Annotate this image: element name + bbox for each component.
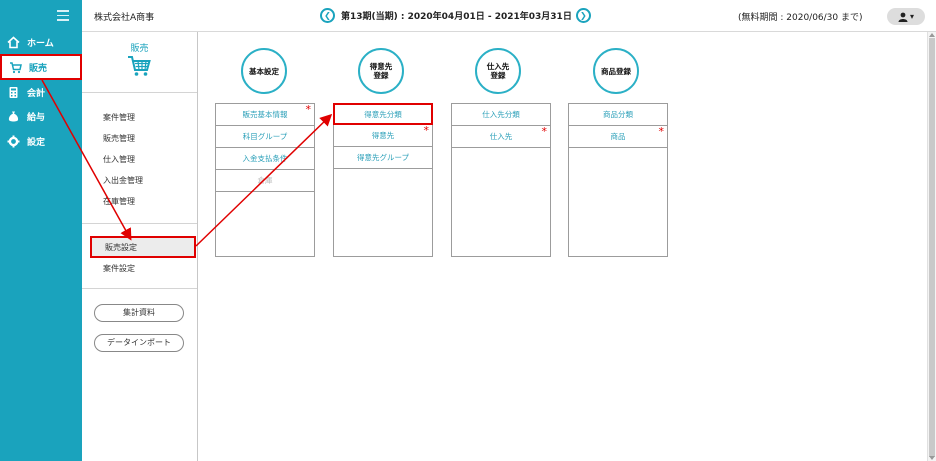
supplier-registration-heading: 仕入先 登録	[475, 48, 521, 94]
cart-icon	[127, 55, 151, 80]
nav-item-sales[interactable]: 販売	[0, 54, 82, 80]
divider	[82, 288, 197, 289]
list-item[interactable]: 商品分類	[569, 104, 667, 126]
top-bar: 株式会社A商事 ❮ 第13期(当期) : 2020年04月01日 - 2021年…	[82, 0, 936, 32]
nav-label: 会計	[27, 88, 46, 99]
customer-registration-panel: 得意先分類 得意先 * 得意先グループ	[333, 103, 433, 257]
summary-report-button[interactable]: 集計資料	[94, 304, 184, 322]
row-label: 仕入先	[489, 132, 513, 141]
list-item[interactable]: 得意先 *	[334, 124, 432, 147]
supplier-registration-panel: 仕入先分類 仕入先 *	[451, 103, 551, 257]
submenu-item-purchase-management[interactable]: 仕入管理	[103, 154, 135, 165]
nav-label: 設定	[27, 137, 46, 148]
user-icon	[898, 12, 908, 22]
list-item[interactable]: 仕入先 *	[452, 125, 550, 148]
scroll-thumb[interactable]	[929, 38, 935, 457]
list-item[interactable]: 仕入先分類	[452, 104, 550, 126]
divider	[82, 223, 197, 224]
nav-item-payroll[interactable]: 給与	[0, 104, 82, 128]
submenu-item-sales-management[interactable]: 販売管理	[103, 133, 135, 144]
required-mark: *	[658, 125, 665, 138]
submenu-title: 販売	[130, 44, 149, 54]
scroll-up-icon[interactable]	[929, 33, 935, 37]
product-registration-panel: 商品分類 商品 *	[568, 103, 668, 257]
product-registration-heading: 商品登録	[593, 48, 639, 94]
required-mark: *	[423, 124, 430, 137]
list-item[interactable]: 得意先分類	[333, 103, 433, 125]
row-label: 販売基本情報	[242, 110, 288, 119]
row-label: 科目グループ	[242, 132, 288, 141]
home-icon	[6, 35, 20, 49]
row-label: 商品	[610, 132, 626, 141]
basic-settings-heading: 基本設定	[241, 48, 287, 94]
basic-settings-panel: 販売基本情報 * 科目グループ 入金支払条件 倉庫	[215, 103, 315, 257]
list-item[interactable]: 商品 *	[569, 125, 667, 148]
customer-registration-heading: 得意先 登録	[358, 48, 404, 94]
row-label: 商品分類	[603, 110, 633, 119]
divider	[82, 92, 197, 93]
vertical-scrollbar[interactable]	[927, 32, 936, 461]
chevron-down-icon: ▾	[909, 12, 914, 21]
nav-item-settings[interactable]: 設定	[0, 129, 82, 153]
hamburger-menu-icon[interactable]	[57, 10, 69, 21]
nav-label: 販売	[29, 63, 48, 74]
submenu-item-sales-settings[interactable]: 販売設定	[90, 236, 196, 258]
previous-period-button[interactable]: ❮	[320, 8, 335, 23]
nav-label: 給与	[27, 112, 46, 123]
row-label: 得意先	[371, 131, 395, 140]
nav-label: ホーム	[27, 38, 54, 49]
gear-icon	[6, 134, 20, 148]
list-item[interactable]: 入金支払条件	[216, 148, 314, 170]
category-title: 商品登録	[601, 66, 631, 76]
next-period-button[interactable]: ❯	[575, 8, 591, 23]
data-import-button[interactable]: データインポート	[94, 334, 184, 352]
submenu-item-project-management[interactable]: 案件管理	[103, 112, 135, 123]
sales-submenu: 販売 案件管理 販売管理 仕入管理 入出金管理 在庫管理 販売設定 案件設定 集…	[82, 32, 198, 461]
row-label: 倉庫	[257, 176, 273, 185]
left-nav: ホーム 販売 会計 給与 設定	[0, 0, 82, 461]
required-mark: *	[305, 103, 312, 116]
category-title: 基本設定	[249, 66, 279, 76]
calculator-icon	[6, 85, 20, 99]
nav-item-accounting[interactable]: 会計	[0, 80, 82, 104]
row-label: 得意先分類	[364, 110, 402, 119]
row-label: 得意先グループ	[356, 153, 410, 162]
row-label: 仕入先分類	[482, 110, 520, 119]
category-title: 得意先 登録	[369, 62, 393, 80]
list-item[interactable]: 倉庫	[216, 170, 314, 192]
money-bag-icon	[6, 109, 20, 123]
submenu-item-project-settings[interactable]: 案件設定	[103, 263, 135, 274]
list-item[interactable]: 販売基本情報 *	[216, 103, 314, 126]
period-selector: ❮ 第13期(当期) : 2020年04月01日 - 2021年03月31日 ❯	[320, 8, 591, 23]
company-name: 株式会社A商事	[94, 13, 155, 23]
row-label: 入金支払条件	[242, 154, 288, 163]
period-label: 第13期(当期) : 2020年04月01日 - 2021年03月31日	[341, 12, 572, 22]
submenu-item-cash-management[interactable]: 入出金管理	[103, 175, 143, 186]
main-content: 基本設定 販売基本情報 * 科目グループ 入金支払条件 倉庫 得意先 登録 得意先分…	[198, 32, 927, 461]
required-mark: *	[541, 125, 548, 138]
list-item[interactable]: 得意先グループ	[334, 147, 432, 169]
trial-period-label: (無料期間 : 2020/06/30 まで)	[738, 13, 863, 23]
scroll-down-icon[interactable]	[929, 456, 935, 460]
list-item[interactable]: 科目グループ	[216, 126, 314, 148]
nav-item-home[interactable]: ホーム	[0, 30, 82, 54]
user-menu-button[interactable]: ▾	[887, 8, 925, 25]
submenu-item-inventory-management[interactable]: 在庫管理	[103, 196, 135, 207]
cart-icon	[8, 60, 22, 74]
category-title: 仕入先 登録	[486, 62, 510, 80]
